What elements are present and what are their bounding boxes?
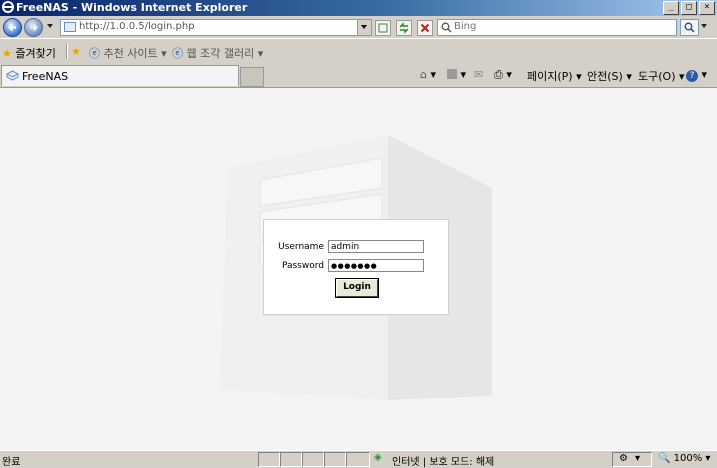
- tab-bar: FreeNAS ⌂ ▾ ▾ ✉ ⎙ ▾ 페이지(P) ▾ 안전(S) ▾ 도구(…: [0, 63, 717, 88]
- printer-icon: ⎙: [494, 68, 503, 81]
- add-favorite-icon: ★: [71, 45, 81, 58]
- window-title: FreeNAS - Windows Internet Explorer: [16, 1, 248, 14]
- favorites-label: 즐겨찾기: [15, 47, 56, 60]
- chevron-down-icon: ▾: [506, 68, 512, 81]
- status-panel: [258, 452, 280, 467]
- protected-mode-panel[interactable]: ⚙ ▾: [612, 452, 652, 467]
- chevron-down-icon: ▾: [576, 70, 582, 83]
- status-panel: [302, 452, 324, 467]
- title-bar: FreeNAS - Windows Internet Explorer _ □ …: [0, 0, 717, 16]
- favorites-bar: ★ 즐겨찾기 ★ ⓔ 추천 사이트 ▾ ⓔ 웹 조각 갤러리 ▾: [0, 38, 717, 64]
- status-bar: 완료 ◈ 인터넷 | 보호 모드: 해제 ⚙ ▾ 🔍 100% ▾: [0, 450, 717, 468]
- gear-icon: ⚙: [619, 453, 628, 464]
- chevron-down-icon: ▾: [460, 68, 467, 81]
- login-button[interactable]: Login: [335, 278, 379, 298]
- page-icon: [6, 70, 19, 81]
- tab-freenas[interactable]: FreeNAS: [1, 65, 239, 86]
- minimize-button[interactable]: _: [663, 1, 679, 15]
- favorites-button[interactable]: ★ 즐겨찾기: [2, 45, 56, 61]
- chevron-down-icon: ▾: [161, 47, 167, 60]
- ie-page-icon: ⓔ: [172, 47, 183, 60]
- safety-menu[interactable]: 안전(S) ▾: [587, 68, 632, 84]
- password-field[interactable]: ●●●●●●●: [328, 259, 424, 272]
- compatibility-view-button[interactable]: [375, 20, 391, 36]
- search-placeholder: Bing: [454, 21, 477, 32]
- search-icon: [441, 22, 452, 33]
- toolbar-separator: [66, 43, 68, 59]
- rss-feed-icon: [447, 69, 457, 79]
- mail-icon: ✉: [474, 68, 484, 81]
- refresh-button[interactable]: [396, 20, 412, 36]
- chevron-down-icon: ▾: [626, 70, 632, 83]
- compatibility-icon: [378, 23, 388, 33]
- forward-button[interactable]: [24, 18, 43, 37]
- page-content: Username admin Password ●●●●●●● Login: [0, 88, 717, 450]
- username-field[interactable]: admin: [328, 240, 424, 253]
- help-icon: ?: [686, 70, 698, 82]
- new-tab-button[interactable]: [240, 67, 264, 87]
- chevron-down-icon: ▾: [678, 70, 685, 83]
- forward-arrow-icon: [30, 23, 38, 32]
- page-menu[interactable]: 페이지(P) ▾: [527, 68, 582, 84]
- username-label: Username: [278, 242, 324, 252]
- home-button[interactable]: ⌂ ▾: [420, 68, 436, 81]
- add-to-favorites-bar-button[interactable]: ★: [71, 45, 81, 58]
- tab-label: FreeNAS: [22, 70, 69, 83]
- search-go-icon: [684, 22, 695, 33]
- address-toolbar: http://1.0.0.5/login.php Bing: [0, 16, 717, 38]
- page-menu-label: 페이지(P): [527, 70, 573, 83]
- chevron-down-icon: [361, 25, 367, 29]
- status-panel: [324, 452, 346, 467]
- help-menu[interactable]: ? ▾: [686, 68, 707, 82]
- safety-menu-label: 안전(S): [587, 70, 623, 83]
- security-zone-icon: ◈: [374, 452, 382, 463]
- zoom-icon: 🔍: [658, 453, 671, 464]
- zoom-level: 100%: [673, 453, 703, 464]
- tools-menu-label: 도구(O): [638, 70, 676, 83]
- favorites-item-web-slice-gallery[interactable]: ⓔ 웹 조각 갤러리 ▾: [172, 45, 263, 61]
- recent-pages-dropdown-icon[interactable]: [47, 24, 53, 28]
- star-icon: ★: [2, 47, 12, 60]
- chevron-down-icon: ▾: [430, 68, 437, 81]
- tools-menu[interactable]: 도구(O) ▾: [638, 68, 685, 84]
- address-dropdown-button[interactable]: [357, 20, 371, 35]
- maximize-button[interactable]: □: [681, 1, 697, 15]
- back-arrow-icon: [8, 23, 16, 32]
- ie-logo-icon: [2, 1, 14, 13]
- chevron-down-icon: ▾: [705, 453, 711, 464]
- chevron-down-icon: ▾: [701, 68, 708, 81]
- status-panel: [280, 452, 302, 467]
- chevron-down-icon: ▾: [635, 453, 641, 464]
- feeds-button[interactable]: ▾: [447, 68, 466, 81]
- password-label: Password: [281, 261, 324, 271]
- address-bar[interactable]: http://1.0.0.5/login.php: [60, 19, 372, 36]
- stop-button[interactable]: [417, 20, 433, 36]
- close-button[interactable]: ×: [699, 1, 715, 15]
- refresh-icon: [399, 22, 409, 34]
- suggested-sites-label: 추천 사이트: [103, 47, 158, 60]
- search-options-dropdown-icon[interactable]: [701, 24, 707, 28]
- print-button[interactable]: ⎙ ▾: [494, 68, 512, 82]
- search-input[interactable]: Bing: [437, 19, 677, 36]
- favorites-item-suggested-sites[interactable]: ⓔ 추천 사이트 ▾: [89, 45, 167, 61]
- back-button[interactable]: [3, 18, 22, 37]
- read-mail-button[interactable]: ✉: [474, 68, 483, 81]
- zoom-button[interactable]: 🔍 100% ▾: [658, 453, 710, 464]
- home-icon: ⌂: [420, 68, 427, 81]
- chevron-down-icon: ▾: [257, 47, 264, 60]
- web-slice-gallery-label: 웹 조각 갤러리: [186, 47, 255, 60]
- stop-icon: [420, 23, 430, 33]
- status-panel: [346, 452, 370, 467]
- search-button[interactable]: [680, 19, 699, 36]
- login-panel: Username admin Password ●●●●●●● Login: [263, 219, 449, 315]
- page-icon: [64, 22, 76, 32]
- address-url: http://1.0.0.5/login.php: [79, 21, 195, 32]
- ie-page-icon: ⓔ: [89, 47, 100, 60]
